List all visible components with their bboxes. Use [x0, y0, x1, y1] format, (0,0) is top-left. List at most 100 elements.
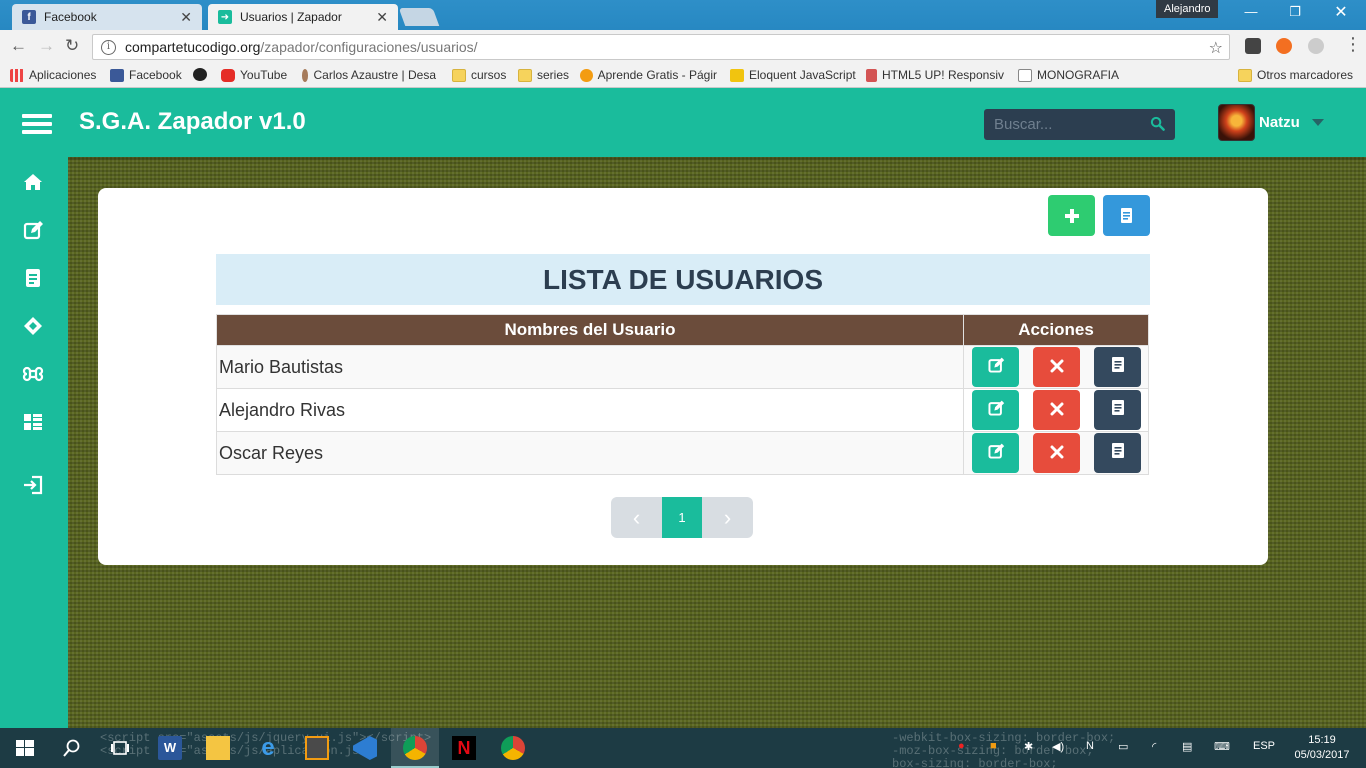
- netflix-icon[interactable]: N: [452, 736, 476, 760]
- page-number-button[interactable]: 1: [662, 497, 702, 538]
- delete-user-button[interactable]: [1033, 433, 1080, 473]
- app-root: S.G.A. Zapador v1.0 Natzu LISTA DE USUAR…: [0, 88, 1366, 728]
- table-row: Alejandro Rivas: [216, 388, 1149, 432]
- windows-start-icon[interactable]: [13, 736, 37, 760]
- bookmark-star-icon[interactable]: ☆: [1209, 38, 1223, 58]
- bluetooth-icon[interactable]: ✱: [1024, 740, 1033, 753]
- document-icon: [1111, 442, 1125, 464]
- url-input[interactable]: i compartetucodigo.org/zapador/configura…: [92, 34, 1230, 60]
- clock-date: 05/03/2017: [1294, 749, 1350, 761]
- sublime-icon[interactable]: [305, 736, 329, 760]
- home-icon[interactable]: [22, 171, 44, 193]
- next-page-button[interactable]: ›: [702, 497, 753, 538]
- avatar[interactable]: [1218, 104, 1255, 141]
- sidebar: [0, 157, 68, 728]
- word-icon[interactable]: W: [158, 736, 182, 760]
- command-icon[interactable]: [22, 363, 44, 385]
- report-button[interactable]: [1103, 195, 1150, 236]
- tray-icon[interactable]: N: [1086, 740, 1094, 752]
- view-user-button[interactable]: [1094, 390, 1141, 430]
- bookmark-html5up[interactable]: HTML5 UP! Responsiv: [866, 68, 1004, 82]
- facebook-icon: f: [22, 10, 36, 24]
- close-tab-icon[interactable]: ✕: [376, 9, 388, 26]
- bookmark-apps[interactable]: Aplicaciones: [10, 68, 96, 82]
- search-icon[interactable]: [60, 736, 84, 760]
- back-icon[interactable]: ←: [10, 36, 27, 56]
- actions-cell: [963, 388, 1149, 432]
- extension-icon[interactable]: [1276, 38, 1292, 54]
- document-icon[interactable]: [22, 267, 44, 289]
- tray-icon[interactable]: ●: [958, 740, 965, 752]
- restore-icon[interactable]: ❐: [1272, 4, 1318, 20]
- edit-user-button[interactable]: [972, 390, 1019, 430]
- battery-icon[interactable]: ▭: [1118, 740, 1128, 753]
- volume-icon[interactable]: ◀): [1052, 740, 1064, 753]
- chevron-right-icon: ›: [723, 504, 732, 530]
- bookmark-other[interactable]: Otros marcadores: [1238, 68, 1353, 82]
- address-bar: ← → ↻ i compartetucodigo.org/zapador/con…: [0, 30, 1366, 64]
- extension-icon[interactable]: [1245, 38, 1261, 54]
- view-user-button[interactable]: [1094, 347, 1141, 387]
- users-card: LISTA DE USUARIOS Nombres del Usuario Ac…: [98, 188, 1268, 565]
- menu-icon[interactable]: ⋮: [1344, 34, 1362, 55]
- wifi-icon[interactable]: ◜: [1152, 740, 1156, 753]
- task-view-icon[interactable]: [108, 736, 132, 760]
- view-user-button[interactable]: [1094, 433, 1141, 473]
- bookmark-cursos[interactable]: cursos: [452, 68, 506, 82]
- extension-icon[interactable]: [1308, 38, 1324, 54]
- chrome-icon[interactable]: [403, 736, 427, 760]
- add-user-button[interactable]: [1048, 195, 1095, 236]
- folder-icon: [518, 68, 532, 82]
- clock-time: 15:19: [1308, 734, 1336, 746]
- reload-icon[interactable]: ↻: [65, 36, 79, 56]
- ticket-icon[interactable]: [22, 315, 44, 337]
- delete-user-button[interactable]: [1033, 390, 1080, 430]
- chevron-down-icon[interactable]: [1312, 119, 1324, 126]
- minimize-icon[interactable]: —: [1228, 4, 1274, 19]
- bookmark-series[interactable]: series: [518, 68, 569, 82]
- bookmark-facebook[interactable]: Facebook: [110, 68, 182, 82]
- prev-page-button[interactable]: ‹: [611, 497, 662, 538]
- notifications-icon[interactable]: ▤: [1182, 740, 1192, 753]
- delete-user-button[interactable]: [1033, 347, 1080, 387]
- file-explorer-icon[interactable]: [206, 736, 230, 760]
- chrome-icon[interactable]: [501, 736, 525, 760]
- tray-icon[interactable]: ■: [990, 740, 997, 752]
- bookmark-monografia[interactable]: MONOGRAFIA: [1018, 68, 1119, 82]
- edge-icon[interactable]: e: [256, 736, 280, 760]
- info-icon[interactable]: i: [101, 39, 116, 55]
- apps-icon: [10, 68, 24, 82]
- logout-icon[interactable]: [22, 474, 44, 496]
- search-icon[interactable]: [1150, 116, 1165, 131]
- edit-user-button[interactable]: [972, 347, 1019, 387]
- list-icon[interactable]: [22, 411, 44, 433]
- tab-facebook[interactable]: f Facebook ✕: [12, 4, 202, 30]
- search-input[interactable]: [994, 116, 1144, 133]
- language-indicator[interactable]: ESP: [1253, 740, 1275, 752]
- bookmark-github[interactable]: [193, 68, 212, 81]
- bookmark-carlos[interactable]: Carlos Azaustre | Desa: [302, 68, 436, 82]
- column-header-actions: Acciones: [963, 314, 1149, 346]
- page-icon: [1018, 68, 1032, 82]
- close-window-icon[interactable]: ✕: [1318, 2, 1364, 22]
- bookmark-aprende[interactable]: Aprende Gratis - Págir: [580, 68, 717, 82]
- bookmark-youtube[interactable]: YouTube: [221, 68, 287, 82]
- tab-usuarios[interactable]: ➜ Usuarios | Zapador ✕: [208, 4, 398, 30]
- github-icon: [193, 68, 207, 81]
- system-clock[interactable]: 15:19 05/03/2017: [1290, 733, 1354, 763]
- close-tab-icon[interactable]: ✕: [180, 9, 192, 26]
- browser-titlebar: f Facebook ✕ ➜ Usuarios | Zapador ✕ Alej…: [0, 0, 1366, 30]
- person-icon: [302, 68, 309, 82]
- edit-user-button[interactable]: [972, 433, 1019, 473]
- edit-icon: [987, 356, 1005, 379]
- new-tab-button[interactable]: [398, 8, 440, 26]
- bookmark-eloquent[interactable]: Eloquent JavaScript: [730, 68, 856, 82]
- edit-icon[interactable]: [22, 219, 44, 241]
- hamburger-menu-icon[interactable]: [22, 114, 52, 134]
- profile-chip[interactable]: Alejandro: [1156, 0, 1219, 18]
- forward-icon[interactable]: →: [38, 36, 55, 56]
- url-host: compartetucodigo.org: [125, 39, 261, 55]
- user-name[interactable]: Natzu: [1259, 114, 1300, 131]
- app-brand[interactable]: S.G.A. Zapador v1.0: [79, 108, 306, 136]
- keyboard-icon[interactable]: ⌨: [1214, 740, 1230, 753]
